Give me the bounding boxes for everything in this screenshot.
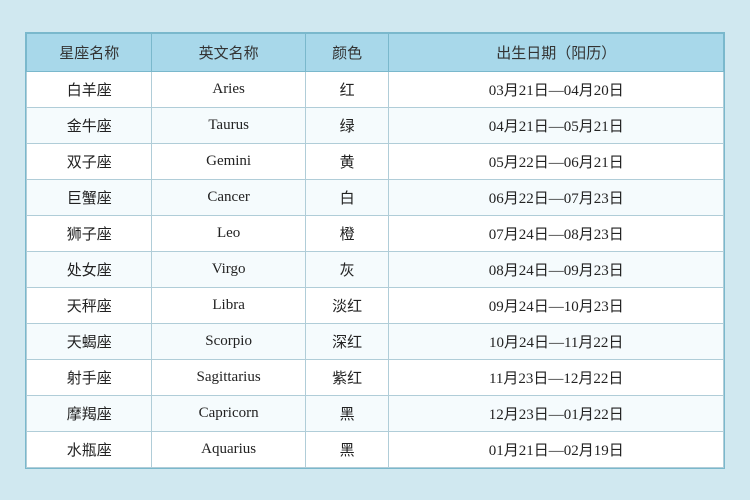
cell-date: 10月24日—11月22日 (389, 323, 724, 359)
cell-date: 01月21日—02月19日 (389, 431, 724, 467)
header-english: 英文名称 (152, 33, 305, 71)
zodiac-table-container: 星座名称 英文名称 颜色 出生日期（阳历） 白羊座Aries红03月21日—04… (25, 32, 725, 469)
cell-date: 07月24日—08月23日 (389, 215, 724, 251)
cell-chinese: 摩羯座 (27, 395, 152, 431)
table-row: 水瓶座Aquarius黑01月21日—02月19日 (27, 431, 724, 467)
table-row: 双子座Gemini黄05月22日—06月21日 (27, 143, 724, 179)
table-row: 天秤座Libra淡红09月24日—10月23日 (27, 287, 724, 323)
table-row: 摩羯座Capricorn黑12月23日—01月22日 (27, 395, 724, 431)
cell-color: 淡红 (305, 287, 389, 323)
cell-color: 红 (305, 71, 389, 107)
cell-english: Aries (152, 71, 305, 107)
cell-color: 黑 (305, 431, 389, 467)
cell-chinese: 射手座 (27, 359, 152, 395)
cell-english: Aquarius (152, 431, 305, 467)
cell-color: 黄 (305, 143, 389, 179)
cell-chinese: 天秤座 (27, 287, 152, 323)
cell-chinese: 白羊座 (27, 71, 152, 107)
zodiac-table: 星座名称 英文名称 颜色 出生日期（阳历） 白羊座Aries红03月21日—04… (26, 33, 724, 468)
cell-date: 04月21日—05月21日 (389, 107, 724, 143)
cell-chinese: 天蝎座 (27, 323, 152, 359)
header-color: 颜色 (305, 33, 389, 71)
cell-english: Gemini (152, 143, 305, 179)
cell-chinese: 双子座 (27, 143, 152, 179)
header-date: 出生日期（阳历） (389, 33, 724, 71)
cell-english: Cancer (152, 179, 305, 215)
table-row: 巨蟹座Cancer白06月22日—07月23日 (27, 179, 724, 215)
cell-date: 03月21日—04月20日 (389, 71, 724, 107)
cell-date: 09月24日—10月23日 (389, 287, 724, 323)
table-row: 天蝎座Scorpio深红10月24日—11月22日 (27, 323, 724, 359)
cell-chinese: 巨蟹座 (27, 179, 152, 215)
cell-color: 紫红 (305, 359, 389, 395)
cell-color: 灰 (305, 251, 389, 287)
cell-date: 05月22日—06月21日 (389, 143, 724, 179)
cell-date: 08月24日—09月23日 (389, 251, 724, 287)
cell-english: Taurus (152, 107, 305, 143)
cell-english: Capricorn (152, 395, 305, 431)
cell-color: 黑 (305, 395, 389, 431)
cell-english: Sagittarius (152, 359, 305, 395)
cell-english: Leo (152, 215, 305, 251)
cell-color: 深红 (305, 323, 389, 359)
cell-english: Scorpio (152, 323, 305, 359)
table-body: 白羊座Aries红03月21日—04月20日金牛座Taurus绿04月21日—0… (27, 71, 724, 467)
table-row: 白羊座Aries红03月21日—04月20日 (27, 71, 724, 107)
cell-chinese: 狮子座 (27, 215, 152, 251)
cell-english: Virgo (152, 251, 305, 287)
cell-date: 12月23日—01月22日 (389, 395, 724, 431)
cell-date: 11月23日—12月22日 (389, 359, 724, 395)
table-row: 狮子座Leo橙07月24日—08月23日 (27, 215, 724, 251)
cell-chinese: 金牛座 (27, 107, 152, 143)
cell-color: 绿 (305, 107, 389, 143)
cell-chinese: 水瓶座 (27, 431, 152, 467)
cell-date: 06月22日—07月23日 (389, 179, 724, 215)
table-header-row: 星座名称 英文名称 颜色 出生日期（阳历） (27, 33, 724, 71)
cell-english: Libra (152, 287, 305, 323)
header-chinese: 星座名称 (27, 33, 152, 71)
table-row: 射手座Sagittarius紫红11月23日—12月22日 (27, 359, 724, 395)
cell-chinese: 处女座 (27, 251, 152, 287)
cell-color: 橙 (305, 215, 389, 251)
cell-color: 白 (305, 179, 389, 215)
table-row: 金牛座Taurus绿04月21日—05月21日 (27, 107, 724, 143)
table-row: 处女座Virgo灰08月24日—09月23日 (27, 251, 724, 287)
